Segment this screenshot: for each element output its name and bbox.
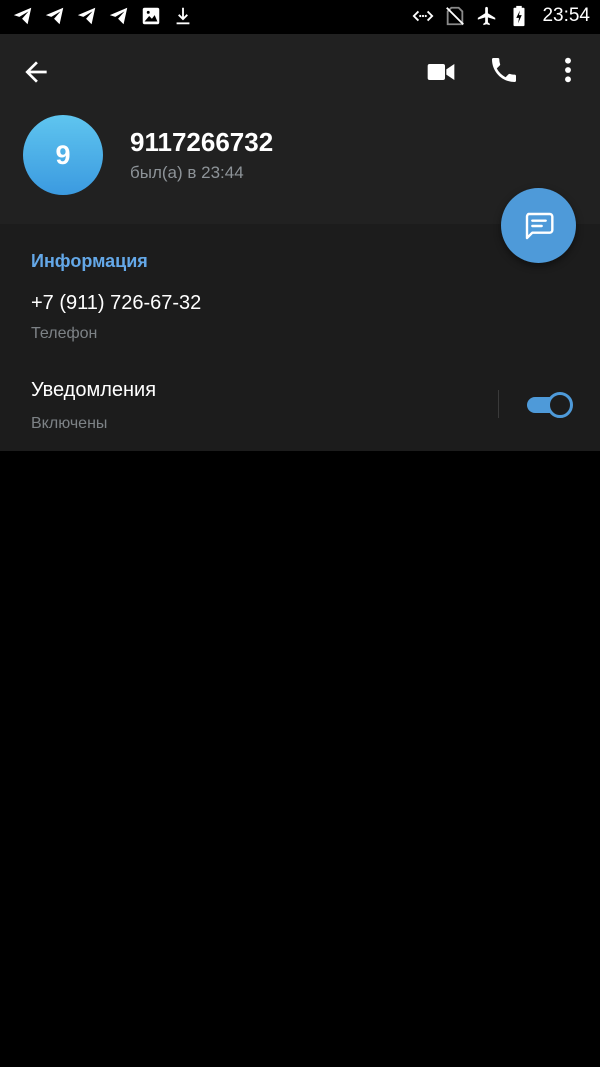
contact-name: 9117266732 [130,127,274,157]
section-title-info: Информация [31,251,148,271]
airplane-icon [478,6,496,26]
phone-label: Телефон [31,325,98,342]
info-section: Информация +7 (911) 726-67-32 Телефон Ув… [0,224,600,451]
phone-number[interactable]: +7 (911) 726-67-32 [31,292,201,315]
download-icon [176,7,190,25]
profile-header: 9 9117266732 был(а) в 23:44 [0,34,600,224]
telegram-icon [45,7,64,25]
toggle-knob [547,392,573,418]
last-seen-status: был(а) в 23:44 [130,163,244,182]
video-call-icon[interactable] [424,56,458,88]
telegram-icon [13,7,32,25]
vertical-divider [498,390,499,418]
send-message-button[interactable] [501,188,576,263]
status-bar: 23:54 [0,0,600,34]
more-vert-icon[interactable] [556,54,580,86]
phone-icon[interactable] [488,54,520,86]
clock: 23:54 [542,5,590,26]
telegram-icon [109,7,128,25]
avatar-letter: 9 [55,139,71,170]
image-icon [142,7,160,25]
battery-charging-icon [513,5,525,27]
no-sim-icon [446,6,465,26]
data-saver-icon [412,10,434,22]
telegram-icon [77,7,96,25]
system-icons: 23:54 [412,5,590,27]
notifications-title[interactable]: Уведомления [31,379,156,402]
message-icon [525,212,554,239]
notification-icons [12,5,194,27]
avatar[interactable]: 9 [23,115,103,195]
notifications-status: Включены [31,415,108,432]
notifications-toggle[interactable] [527,392,573,418]
arrow-back-icon[interactable] [20,56,52,88]
